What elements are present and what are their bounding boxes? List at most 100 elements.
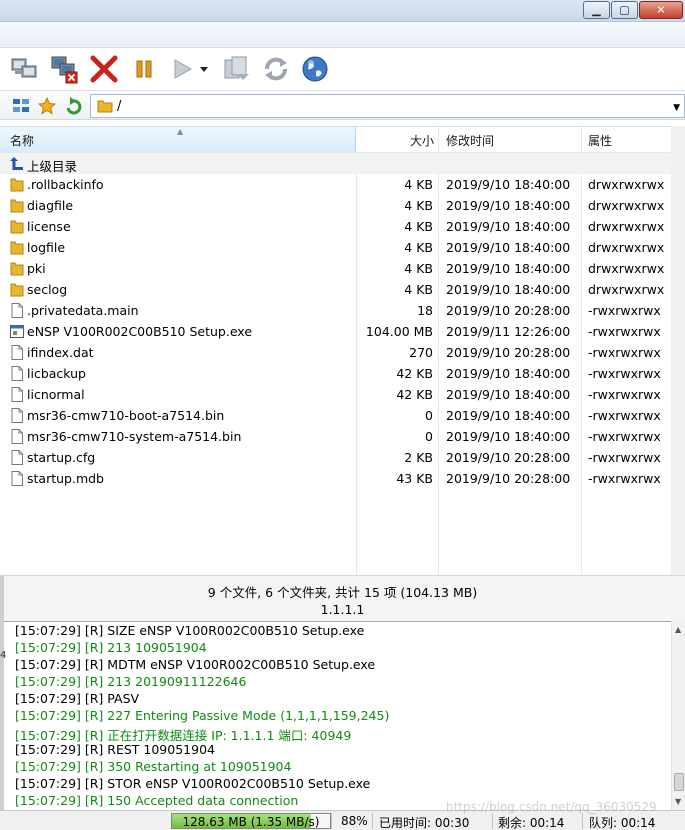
scroll-thumb[interactable] — [674, 773, 684, 791]
file-size: 104.00 MB — [365, 324, 433, 339]
transfer-button[interactable] — [220, 53, 252, 85]
file-modified: 2019/9/10 18:40:00 — [446, 198, 571, 213]
toolbar — [0, 48, 685, 90]
minimize-button[interactable]: ▁ — [583, 1, 610, 19]
file-row[interactable]: licbackup 42 KB 2019/9/10 18:40:00 -rwxrwxr… — [0, 363, 671, 384]
file-icon — [11, 429, 23, 444]
folder-icon — [10, 283, 24, 297]
file-name: startup.cfg — [27, 450, 96, 465]
play-icon — [174, 59, 193, 79]
file-modified: 2019/9/10 18:40:00 — [446, 282, 571, 297]
file-row[interactable]: startup.mdb 43 KB 2019/9/10 20:28:00 -rwxrw… — [0, 468, 671, 489]
folder-icon — [97, 100, 113, 113]
up-directory-icon — [10, 157, 23, 170]
folder-icon — [10, 220, 24, 234]
column-header-name-label: 名称 — [10, 134, 35, 148]
file-name: startup.mdb — [27, 471, 104, 486]
log-line: [15:07:29] [R] PASV — [15, 691, 140, 706]
log-scrollbar[interactable]: ▲ ▼ — [671, 621, 685, 810]
disconnect-button[interactable] — [48, 53, 80, 85]
file-modified: 2019/9/10 18:40:00 — [446, 429, 571, 444]
file-attributes: drwxrwxrwx — [588, 177, 665, 192]
connect-button[interactable] — [8, 53, 40, 85]
file-attributes: -rwxrwxrwx — [588, 408, 661, 423]
file-icon — [11, 345, 23, 360]
site-manager-icon[interactable] — [12, 97, 30, 115]
transfer-progress: 128.63 MB (1.35 MB/s) — [171, 813, 331, 829]
file-row[interactable]: msr36-cmw710-system-a7514.bin 0 2019/9/10 … — [0, 426, 671, 447]
file-size: 270 — [409, 345, 433, 360]
column-header-name[interactable]: ▲ 名称 — [0, 127, 356, 152]
scroll-up-icon[interactable]: ▲ — [675, 625, 681, 634]
stop-button[interactable] — [88, 53, 120, 85]
close-window-button[interactable]: ✕ — [639, 1, 683, 19]
percent-text: 88% — [341, 814, 368, 828]
refresh-button[interactable] — [260, 53, 292, 85]
minimize-icon: ▁ — [592, 3, 601, 17]
play-dropdown-button[interactable] — [196, 53, 212, 85]
file-size: 18 — [417, 303, 433, 318]
log-line: [15:07:29] [R] 213 109051904 — [15, 640, 207, 655]
address-input[interactable]: / ▼ — [90, 94, 685, 118]
summary-text: 9 个文件, 6 个文件夹, 共计 15 项 (104.13 MB) — [207, 585, 478, 600]
column-header-modified[interactable]: 修改时间 — [446, 132, 494, 149]
file-attributes: -rwxrwxrwx — [588, 303, 661, 318]
maximize-button[interactable]: ▢ — [611, 1, 638, 19]
connect-icon — [11, 58, 37, 78]
file-list-scrollbar[interactable] — [671, 126, 685, 575]
remaining-text: 剩余: 00:14 — [498, 816, 565, 830]
folder-row[interactable]: logfile 4 KB 2019/9/10 18:40:00 drwxrwxrwx — [0, 237, 671, 258]
side-marker: 4 — [0, 650, 7, 661]
folder-row[interactable]: seclog 4 KB 2019/9/10 18:40:00 drwxrwxrwx — [0, 279, 671, 300]
file-name: licbackup — [27, 366, 86, 381]
file-attributes: drwxrwxrwx — [588, 240, 665, 255]
file-row[interactable]: eNSP V100R002C00B510 Setup.exe 104.00 MB 2… — [0, 321, 671, 342]
close-icon: ✕ — [656, 3, 666, 17]
progress-text: 128.63 MB (1.35 MB/s) — [182, 815, 320, 829]
file-name: msr36-cmw710-boot-a7514.bin — [27, 408, 225, 423]
folder-icon — [10, 241, 24, 255]
folder-row[interactable]: license 4 KB 2019/9/10 18:40:00 drwxrwxrwx — [0, 216, 671, 237]
file-attributes: drwxrwxrwx — [588, 261, 665, 276]
file-row[interactable]: msr36-cmw710-boot-a7514.bin 0 2019/9/10 18… — [0, 405, 671, 426]
host-text: 1.1.1.1 — [320, 602, 365, 617]
file-row[interactable]: startup.cfg 2 KB 2019/9/10 20:28:00 -rwxrwx… — [0, 447, 671, 468]
file-row[interactable]: licnormal 42 KB 2019/9/10 18:40:00 -rwxrwxr… — [0, 384, 671, 405]
column-header-size[interactable]: 大小 — [410, 132, 434, 149]
folder-icon — [10, 178, 24, 192]
folder-row[interactable]: .rollbackinfo 4 KB 2019/9/10 18:40:00 drwxr… — [0, 174, 671, 195]
folder-row[interactable]: pki 4 KB 2019/9/10 18:40:00 drwxrwxrwx — [0, 258, 671, 279]
file-attributes: -rwxrwxrwx — [588, 366, 661, 381]
header-divider — [438, 127, 439, 152]
folder-icon — [10, 199, 24, 213]
file-name: msr36-cmw710-system-a7514.bin — [27, 429, 242, 444]
file-row[interactable]: ifindex.dat 270 2019/9/10 20:28:00 -rwxrwxr… — [0, 342, 671, 363]
parent-directory-row[interactable]: 上级目录 — [0, 153, 671, 174]
browser-globe-icon — [302, 56, 328, 82]
pause-button[interactable] — [128, 53, 160, 85]
file-modified: 2019/9/10 18:40:00 — [446, 387, 571, 402]
file-icon — [11, 450, 23, 465]
browser-button[interactable] — [299, 53, 331, 85]
file-name: .privatedata.main — [27, 303, 139, 318]
log-line: [15:07:29] [R] REST 109051904 — [15, 742, 215, 757]
chevron-down-icon[interactable]: ▼ — [673, 103, 680, 113]
log-line: [15:07:29] [R] 350 Restarting at 1090519… — [15, 759, 292, 774]
log-line: [15:07:29] [R] 227 Entering Passive Mode… — [15, 708, 390, 723]
address-path: / — [117, 99, 122, 114]
file-row[interactable]: .privatedata.main 18 2019/9/10 20:28:00 -rw… — [0, 300, 671, 321]
file-icon — [11, 366, 23, 381]
file-size: 0 — [425, 408, 433, 423]
play-button[interactable] — [166, 53, 198, 85]
favorites-star-icon[interactable] — [38, 97, 56, 115]
file-name: license — [27, 219, 71, 234]
file-modified: 2019/9/10 20:28:00 — [446, 345, 571, 360]
scroll-down-icon[interactable]: ▼ — [675, 797, 681, 806]
column-header-attributes[interactable]: 属性 — [588, 132, 612, 149]
file-modified: 2019/9/10 18:40:00 — [446, 408, 571, 423]
folder-row[interactable]: diagfile 4 KB 2019/9/10 18:40:00 drwxrwxrwx — [0, 195, 671, 216]
go-up-arrow-icon[interactable] — [64, 97, 82, 115]
file-size: 4 KB — [404, 261, 433, 276]
log-line: [15:07:29] [R] STOR eNSP V100R002C00B510… — [15, 776, 371, 791]
file-name: diagfile — [27, 198, 74, 213]
